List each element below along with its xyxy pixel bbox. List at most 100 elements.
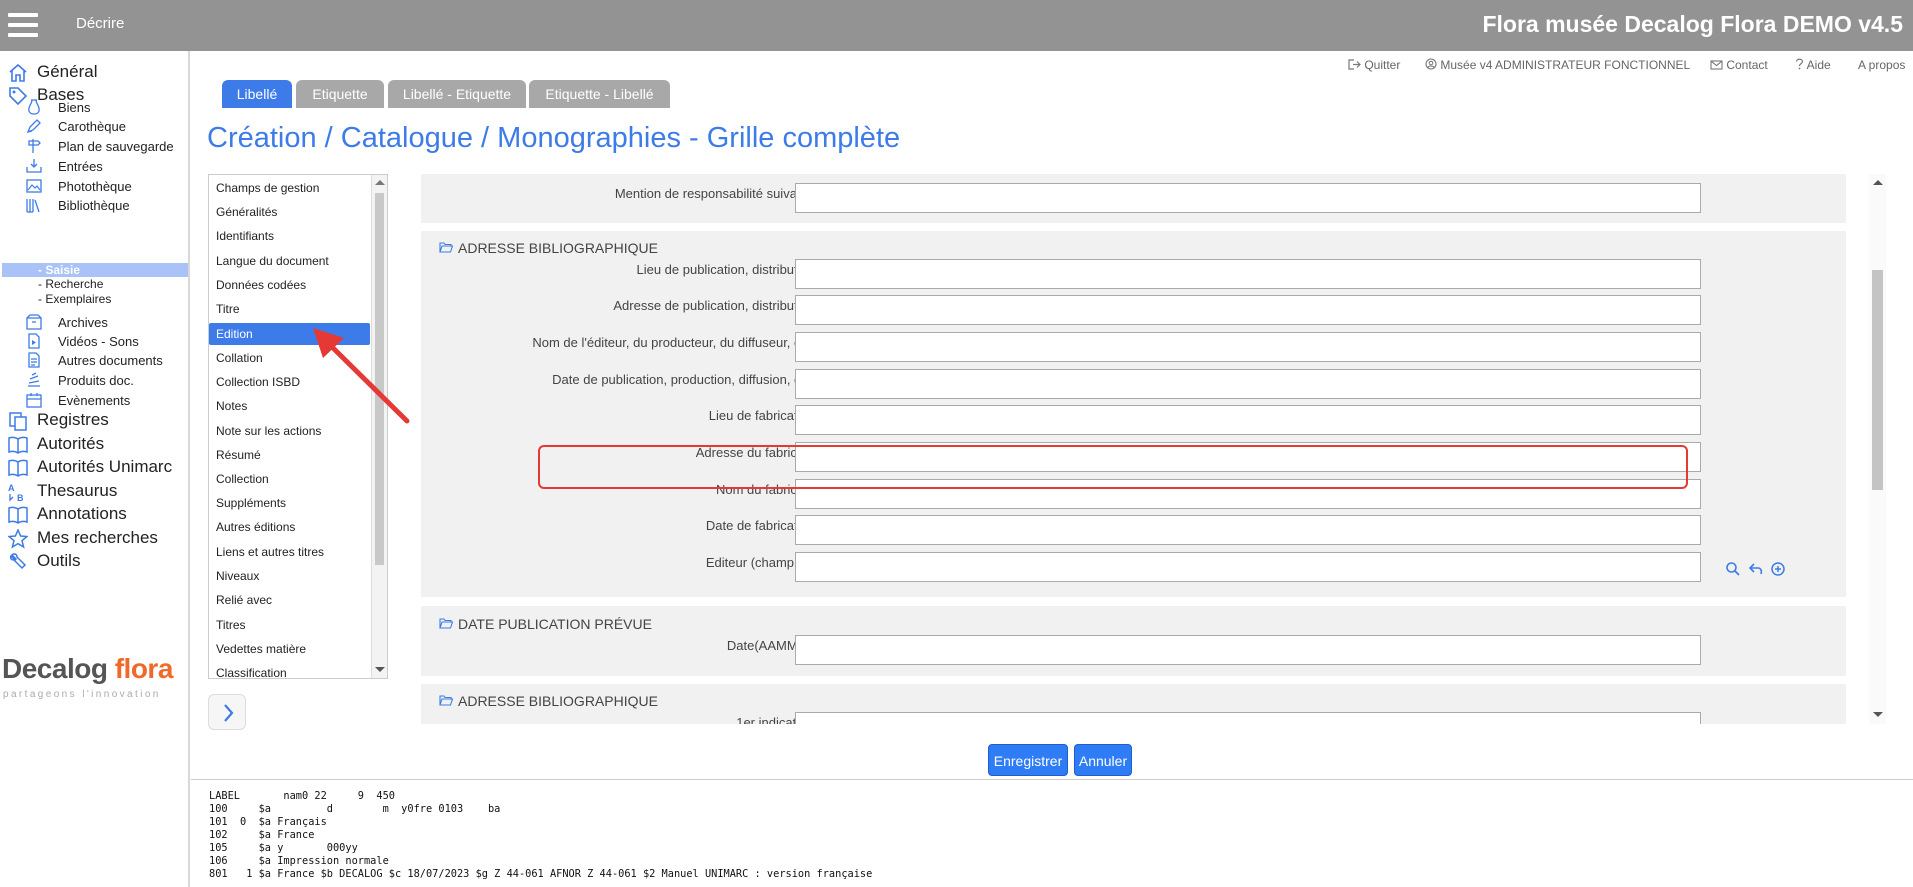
nav-scroll-thumb[interactable]	[375, 193, 384, 565]
star-icon	[8, 529, 28, 549]
inbox-icon	[26, 159, 42, 173]
vase-icon	[28, 99, 40, 115]
nav-item[interactable]: Note sur les actions	[209, 420, 370, 442]
marc-preview: LABEL nam0 22 9 450 100 $a d m y0fre 010…	[191, 779, 1913, 887]
marc-line: 801 1 $a France $b DECALOG $c 18/07/2023…	[209, 868, 873, 880]
marc-line: LABEL nam0 22 9 450	[209, 790, 395, 802]
quitter-link[interactable]: Quitter	[1348, 58, 1400, 72]
form-section-titre: Mention de responsabilité suivante	[421, 174, 1846, 223]
nav-item[interactable]: Collection ISBD	[209, 371, 370, 393]
nav-item[interactable]: Autres éditions	[209, 516, 370, 538]
app-title: Flora musée Decalog Flora DEMO v4.5	[1482, 11, 1903, 37]
exit-icon	[1348, 59, 1361, 70]
nav-item[interactable]: Identifiants	[209, 225, 370, 247]
home-icon	[9, 63, 27, 82]
user-link[interactable]: Musée v4 ADMINISTRATEUR FONCTIONNEL	[1425, 58, 1690, 72]
nav-item[interactable]: Liens et autres titres	[209, 541, 370, 563]
field-label: Date de publication, production, diffusi…	[552, 372, 815, 387]
form-scrollbar[interactable]	[1869, 174, 1886, 724]
text-input[interactable]	[795, 295, 1701, 325]
user-icon	[1425, 58, 1437, 70]
text-input[interactable]	[795, 712, 1701, 724]
nav-item[interactable]: Données codées	[209, 274, 370, 296]
cancel-button[interactable]: Annuler	[1074, 744, 1132, 776]
highlight-box	[538, 445, 1688, 489]
chevron-right-icon	[224, 704, 234, 722]
registers-icon	[9, 412, 27, 431]
nav-item[interactable]: Suppléments	[209, 492, 370, 514]
nav-item-active[interactable]: Edition	[209, 323, 370, 345]
scroll-down-icon[interactable]	[375, 667, 385, 672]
scroll-down-icon[interactable]	[1873, 712, 1883, 717]
tab-etiquette[interactable]: Etiquette	[296, 80, 384, 108]
text-input[interactable]	[795, 183, 1701, 213]
field-label: Adresse de publication, distribution	[613, 298, 815, 313]
nav-item[interactable]: Notes	[209, 395, 370, 417]
marc-line: 106 $a Impression normale	[209, 855, 389, 867]
sidebar-item-recherche[interactable]: - Recherche	[38, 277, 103, 291]
book-open-icon	[8, 506, 28, 524]
sidebar-item-exemplaires[interactable]: - Exemplaires	[38, 292, 111, 306]
date-input[interactable]	[795, 635, 1701, 665]
nav-item[interactable]: Champs de gestion	[209, 177, 370, 199]
marc-line: 102 $a France	[209, 829, 315, 841]
image-icon	[26, 179, 42, 193]
search-icon[interactable]	[1725, 561, 1741, 577]
calendar-icon	[26, 393, 42, 408]
sidebar-item-saisie[interactable]: - Saisie	[2, 263, 188, 277]
decrire-menu[interactable]: Décrire	[76, 15, 124, 32]
page-title: Création / Catalogue / Monographies - Gr…	[207, 122, 901, 154]
save-button[interactable]: Enregistrer	[988, 744, 1068, 776]
folder-open-icon	[439, 695, 453, 706]
decalog-flora-logo: Decalog flora partageons l'innovation	[2, 653, 173, 700]
nav-item[interactable]: Vedettes matière	[209, 638, 370, 660]
mail-icon	[1710, 60, 1723, 70]
svg-text:A: A	[8, 483, 15, 493]
field-label: Nom de l'éditeur, du producteur, du diff…	[532, 335, 815, 350]
aide-link[interactable]: Aide	[1795, 58, 1831, 72]
marc-line: 105 $a y 000yy	[209, 842, 358, 854]
text-input[interactable]	[795, 515, 1701, 545]
section-title: ADRESSE BIBLIOGRAPHIQUE	[439, 693, 658, 709]
scroll-up-icon[interactable]	[375, 180, 385, 185]
expand-button[interactable]	[208, 694, 246, 730]
linked-editor-input[interactable]	[795, 552, 1701, 582]
add-circle-icon[interactable]	[1770, 561, 1786, 577]
nav-item[interactable]: Niveaux	[209, 565, 370, 587]
nav-item[interactable]: Titres	[209, 614, 370, 636]
text-input[interactable]	[795, 332, 1701, 362]
nav-item[interactable]: Généralités	[209, 201, 370, 223]
tab-etiquette-libelle[interactable]: Etiquette - Libellé	[529, 80, 670, 108]
hamburger-icon[interactable]	[8, 13, 38, 37]
nav-item[interactable]: Relié avec	[209, 589, 370, 611]
nav-item[interactable]: Langue du document	[209, 250, 370, 272]
section-title: ADRESSE BIBLIOGRAPHIQUE	[439, 240, 658, 256]
document-icon	[28, 352, 40, 368]
text-input[interactable]	[795, 369, 1701, 399]
wrench-icon	[9, 553, 27, 570]
contact-link[interactable]: Contact	[1710, 58, 1768, 72]
text-input[interactable]	[795, 405, 1701, 435]
top-bar: Décrire Flora musée Decalog Flora DEMO v…	[0, 0, 1913, 51]
undo-icon[interactable]	[1748, 561, 1764, 577]
marc-line: 101 0 $a Français	[209, 816, 327, 828]
stack-icon	[28, 372, 40, 387]
tab-libelle[interactable]: Libellé	[222, 80, 292, 108]
nav-item[interactable]: Collation	[209, 347, 370, 369]
folder-open-icon	[439, 618, 453, 629]
pen-icon	[26, 119, 41, 134]
nav-item[interactable]: Titre	[209, 298, 370, 320]
scroll-up-icon[interactable]	[1873, 180, 1883, 185]
nav-item[interactable]: Classification	[209, 662, 370, 678]
sign-icon	[28, 139, 41, 153]
form-section-adresse-bibliographique: ADRESSE BIBLIOGRAPHIQUE Lieu de publicat…	[421, 231, 1846, 597]
nav-item[interactable]: Résumé	[209, 444, 370, 466]
sidebar: Général Bases Biens Carothèque Plan de s…	[0, 51, 190, 887]
form-scroll-thumb[interactable]	[1872, 270, 1883, 490]
tab-libelle-etiquette[interactable]: Libellé - Etiquette	[388, 80, 526, 108]
apropos-link[interactable]: A propos	[1858, 58, 1905, 72]
text-input[interactable]	[795, 259, 1701, 289]
nav-scrollbar[interactable]	[371, 175, 387, 678]
book-open-icon	[8, 459, 28, 477]
nav-item[interactable]: Collection	[209, 468, 370, 490]
